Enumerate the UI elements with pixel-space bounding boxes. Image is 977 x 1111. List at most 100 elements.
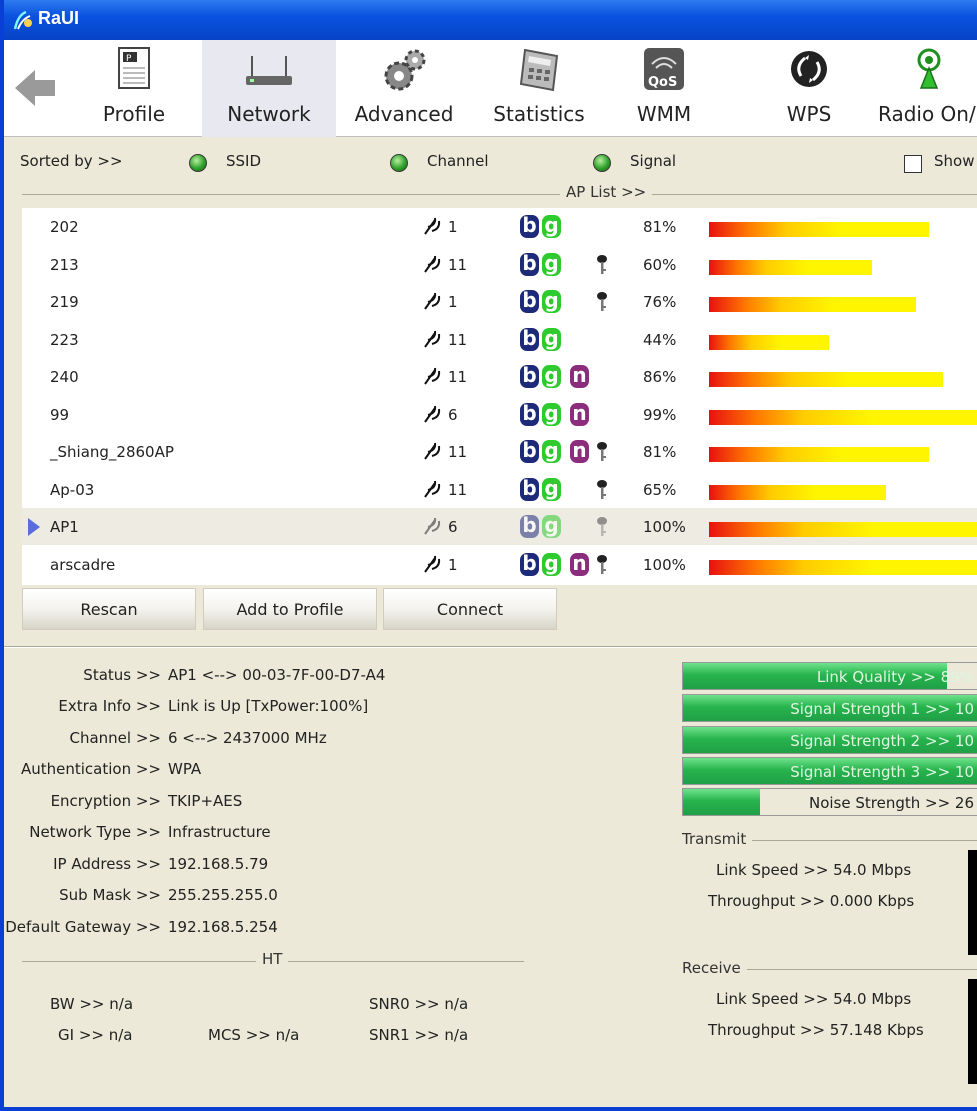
rescan-button[interactable]: Rescan bbox=[22, 588, 196, 630]
sort-bar: Sorted by >> SSID Channel Signal Show bbox=[4, 138, 977, 188]
channel-antenna-icon bbox=[424, 405, 441, 423]
ap-list-row[interactable]: AP1 6 b g 100% bbox=[22, 508, 977, 545]
security-key-icon bbox=[597, 292, 607, 311]
mode-b-icon: b bbox=[520, 290, 539, 313]
mode-b-icon: b bbox=[520, 402, 539, 426]
sort-ssid-label: SSID bbox=[226, 152, 262, 170]
ap-signal-percent: 81% bbox=[643, 218, 677, 236]
channel-antenna-icon bbox=[424, 480, 441, 498]
extra-info-value: Link is Up [TxPower:100%] bbox=[168, 697, 369, 715]
ht-snr1: SNR1 >> n/a bbox=[369, 1026, 469, 1044]
ap-list-row[interactable]: 202 1 b g 81% bbox=[22, 208, 977, 245]
sub-mask-value: 255.255.255.0 bbox=[168, 886, 278, 904]
ap-signal-bar bbox=[709, 522, 977, 537]
toolbar-wmm-label: WMM bbox=[636, 102, 692, 126]
mode-g-icon: g bbox=[542, 215, 561, 238]
section-divider bbox=[4, 646, 977, 648]
ap-signal-percent: 99% bbox=[643, 405, 677, 424]
ap-list-row[interactable]: Ap-03 11 b g 65% bbox=[22, 471, 977, 508]
back-arrow-icon bbox=[15, 70, 55, 106]
toolbar: P Profile Network Advanced Statistics Qo… bbox=[4, 40, 977, 137]
connect-button[interactable]: Connect bbox=[383, 588, 557, 630]
mode-b-icon: b bbox=[520, 477, 539, 501]
mode-n-icon: n bbox=[570, 365, 589, 388]
ap-channel: 11 bbox=[448, 330, 468, 349]
toolbar-wmm[interactable]: QoS WMM bbox=[619, 40, 709, 137]
authentication-key: Authentication >> bbox=[20, 760, 161, 778]
toolbar-wps[interactable]: WPS bbox=[764, 40, 854, 137]
ap-signal-bar bbox=[709, 222, 929, 237]
ap-list-row[interactable]: arscadre 1 b g n 100% bbox=[22, 546, 977, 583]
title-bar: RaUI bbox=[4, 0, 977, 40]
ap-list[interactable]: 202 1 b g 81% 213 11 b g 60% 219 1 b g 76% 223 11 b g 44% 24… bbox=[22, 208, 977, 585]
ap-channel: 11 bbox=[448, 443, 468, 461]
ap-ssid: AP1 bbox=[50, 518, 79, 536]
link-quality-bar: Link Quality >> 89% bbox=[682, 662, 977, 690]
mode-n-icon: n bbox=[570, 440, 589, 463]
encryption-key: Encryption >> bbox=[50, 792, 161, 810]
svg-text:P: P bbox=[126, 54, 132, 64]
sort-channel-radio[interactable] bbox=[390, 154, 408, 172]
noise-strength-fill bbox=[683, 789, 761, 815]
ap-list-row[interactable]: 213 11 b g 60% bbox=[22, 246, 977, 283]
ap-ssid: 240 bbox=[50, 368, 79, 386]
channel-antenna-icon bbox=[424, 367, 441, 385]
toolbar-network[interactable]: Network bbox=[202, 40, 336, 137]
ap-signal-percent: 76% bbox=[643, 293, 677, 311]
show-checkbox[interactable] bbox=[904, 155, 922, 173]
channel-antenna-icon bbox=[424, 217, 441, 235]
ap-list-row[interactable]: 240 11 b g n 86% bbox=[22, 358, 977, 395]
receive-throughput: Throughput >> 57.148 Kbps bbox=[708, 1021, 924, 1039]
ap-signal-percent: 100% bbox=[643, 555, 686, 574]
toolbar-advanced-label: Advanced bbox=[354, 102, 454, 126]
ap-ssid: 213 bbox=[50, 255, 79, 274]
status-key: Status >> bbox=[83, 666, 161, 684]
ap-list-row[interactable]: _Shiang_2860AP 11 b g n 81% bbox=[22, 433, 977, 470]
toolbar-statistics[interactable]: Statistics bbox=[479, 40, 599, 137]
toolbar-radio-on-off[interactable]: Radio On/ bbox=[876, 40, 977, 137]
toolbar-network-label: Network bbox=[227, 102, 311, 126]
transmit-graph bbox=[968, 850, 977, 955]
toolbar-profile[interactable]: P Profile bbox=[74, 40, 194, 137]
sub-mask-key: Sub Mask >> bbox=[59, 886, 161, 904]
signal-strength-3-text: Signal Strength 3 >> 10 bbox=[790, 763, 974, 781]
profile-document-icon: P bbox=[118, 47, 150, 89]
sort-ssid-radio[interactable] bbox=[189, 154, 207, 172]
channel-value: 6 <--> 2437000 MHz bbox=[168, 729, 327, 747]
svg-text:QoS: QoS bbox=[648, 75, 677, 90]
extra-info-key: Extra Info >> bbox=[58, 697, 161, 715]
ap-channel: 11 bbox=[448, 368, 468, 386]
back-button[interactable] bbox=[4, 40, 66, 137]
signal-strength-1-bar: Signal Strength 1 >> 10 bbox=[682, 694, 977, 722]
calculator-icon bbox=[519, 48, 559, 92]
raui-app-icon bbox=[13, 10, 32, 30]
mode-g-icon: g bbox=[542, 365, 561, 388]
ap-list-row[interactable]: 219 1 b g 76% bbox=[22, 283, 977, 320]
wps-icon bbox=[791, 51, 827, 87]
network-type-value: Infrastructure bbox=[168, 823, 271, 841]
ap-signal-percent: 44% bbox=[643, 330, 677, 349]
encryption-value: TKIP+AES bbox=[168, 792, 243, 810]
ap-ssid: 219 bbox=[50, 293, 79, 311]
toolbar-advanced[interactable]: Advanced bbox=[344, 40, 464, 137]
add-to-profile-button[interactable]: Add to Profile bbox=[203, 588, 377, 630]
ht-header: HT bbox=[256, 950, 289, 968]
ht-bw: BW >> n/a bbox=[50, 995, 134, 1013]
ap-list-row[interactable]: 223 11 b g 44% bbox=[22, 321, 977, 358]
mode-b-icon: b bbox=[520, 365, 539, 388]
ap-ssid: 202 bbox=[50, 218, 79, 236]
signal-strength-1-text: Signal Strength 1 >> 10 bbox=[790, 700, 974, 718]
network-type-key: Network Type >> bbox=[29, 823, 161, 841]
security-key-icon bbox=[597, 517, 607, 536]
receive-header: Receive bbox=[678, 959, 747, 977]
mode-n-icon: n bbox=[570, 552, 589, 576]
ap-signal-percent: 100% bbox=[643, 518, 686, 536]
ht-snr0: SNR0 >> n/a bbox=[369, 995, 469, 1013]
transmit-throughput: Throughput >> 0.000 Kbps bbox=[708, 892, 915, 910]
mode-b-icon: b bbox=[520, 215, 539, 238]
mode-g-icon: g bbox=[542, 252, 561, 276]
mode-n-icon: n bbox=[570, 402, 589, 426]
ap-list-row[interactable]: 99 6 b g n 99% bbox=[22, 396, 977, 433]
sort-signal-radio[interactable] bbox=[593, 154, 611, 172]
ap-channel: 1 bbox=[448, 555, 458, 574]
